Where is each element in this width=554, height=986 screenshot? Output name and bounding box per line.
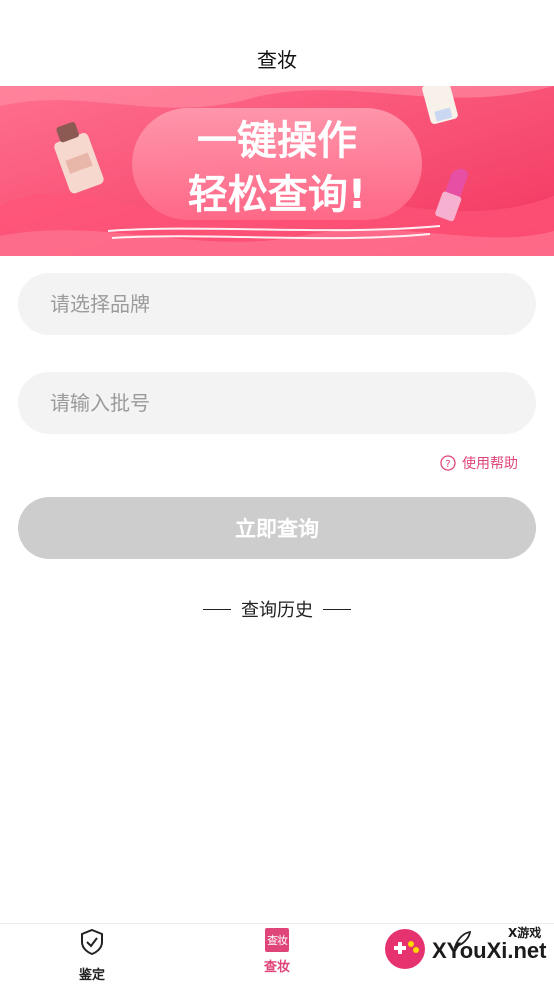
tab-identify-label: 鉴定 bbox=[78, 968, 105, 983]
history-section-title: 查询历史 bbox=[0, 596, 554, 622]
promo-banner[interactable]: 一键操作 轻松查询! bbox=[0, 86, 554, 256]
gamepad-logo-icon bbox=[385, 929, 425, 969]
watermark-text: XYouXi.net bbox=[432, 938, 547, 963]
tab-identify[interactable]: 鉴定 bbox=[32, 928, 152, 986]
banner-graphic: 一键操作 轻松查询! bbox=[0, 86, 554, 256]
divider bbox=[203, 608, 231, 610]
page-title: 查妆 bbox=[257, 48, 297, 72]
banner-line-2: 轻松查询! bbox=[188, 172, 366, 218]
watermark-logo: X游戏 XYouXi.net bbox=[380, 924, 550, 976]
tab-chazhuang-label: 查妆 bbox=[263, 960, 290, 975]
divider bbox=[323, 608, 351, 610]
submit-query-button[interactable]: 立即查询 bbox=[18, 497, 536, 559]
help-label: 使用帮助 bbox=[462, 456, 518, 472]
brand-select[interactable] bbox=[18, 273, 536, 335]
banner-line-1: 一键操作 bbox=[197, 118, 357, 164]
svg-text:?: ? bbox=[445, 459, 450, 470]
shield-check-icon bbox=[79, 928, 105, 960]
help-link[interactable]: ? 使用帮助 bbox=[440, 452, 518, 474]
question-circle-icon: ? bbox=[440, 455, 456, 471]
tab-chazhuang[interactable]: 查妆 查妆 bbox=[217, 928, 337, 986]
batch-number-input[interactable] bbox=[18, 372, 536, 434]
batch-number-field[interactable] bbox=[18, 372, 536, 434]
history-title: 查询历史 bbox=[241, 600, 313, 621]
header: 查妆 bbox=[0, 0, 554, 86]
chazhuang-icon: 查妆 bbox=[265, 928, 289, 952]
brand-select-input[interactable] bbox=[18, 273, 536, 335]
